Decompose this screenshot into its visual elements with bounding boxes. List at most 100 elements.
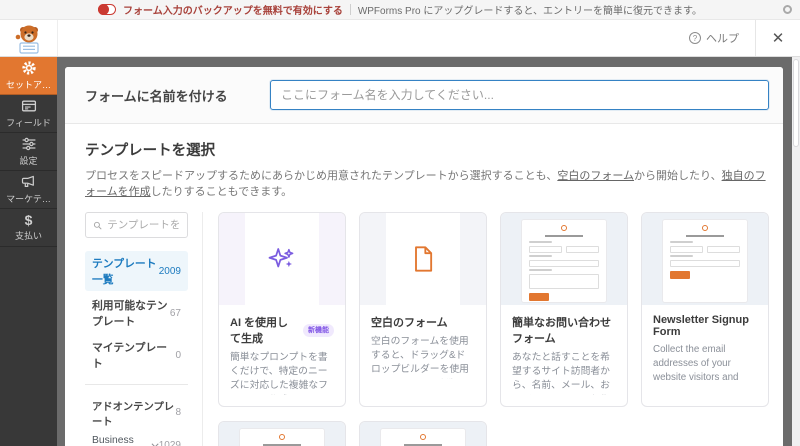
card-title: AI を使用して生成	[230, 317, 289, 345]
blank-document-icon	[415, 246, 433, 272]
card-description: Collect the email addresses of your webs…	[653, 344, 739, 387]
template-section: テンプレートを選択 プロセスをスピードアップするためにあらかじめ用意されたテンプ…	[65, 124, 783, 446]
desc-text: プロセスをスピードアップするためにあらかじめ用意されたテンプレートから選択するこ…	[85, 170, 558, 182]
template-search[interactable]	[85, 212, 188, 238]
template-card-simple-contact-form[interactable]: 簡単なお問い合わせフォーム あなたと話すことを希望するサイト訪問者から、名前、メ…	[500, 212, 628, 407]
setup-panel: フォームに名前を付ける テンプレートを選択 プロセスをスピードアップするためにあ…	[65, 67, 783, 446]
sidebar-item-label: フィールド	[6, 118, 51, 128]
form-name-label: フォームに名前を付ける	[85, 88, 228, 104]
card-preview	[501, 213, 627, 305]
sliders-icon	[22, 137, 35, 151]
list-item-label: 利用可能なテンプレート	[92, 300, 168, 328]
list-item-count: 0	[175, 349, 181, 361]
sidebar-item-marketing[interactable]: マーケテ…	[0, 171, 57, 209]
form-name-input[interactable]	[270, 80, 769, 110]
banner-message: WPForms Pro にアップグレードすると、エントリーを簡単に復元できます。	[357, 6, 702, 17]
blank-form-link[interactable]: 空白のフォーム	[557, 170, 634, 182]
card-body: 空白のフォーム 空白のフォームを使用すると、ドラッグ&ドロップビルダーを使用して…	[360, 305, 486, 390]
category-business-operations[interactable]: Business Operations 1029	[85, 431, 188, 446]
sidebar-item-payments[interactable]: $ 支払い	[0, 209, 57, 247]
sparkles-icon	[268, 248, 294, 268]
sidebar-item-label: 支払い	[14, 231, 42, 241]
form-preview-thumbnail	[240, 429, 324, 446]
template-card-grid: AI を使用して生成 新機能 簡単なプロンプトを書くだけで、特定のニーズに対応し…	[218, 212, 769, 446]
section-description: プロセスをスピードアップするためにあらかじめ用意されたテンプレートから選択するこ…	[85, 167, 769, 199]
help-label: ヘルプ	[706, 33, 739, 45]
card-description: 簡単なプロンプトを書くだけで、特定のニーズに対応した複雑なフォームを作成できます…	[230, 352, 328, 395]
new-badge: 新機能	[303, 323, 334, 337]
preview-sheet	[245, 213, 319, 305]
card-description: あなたと話すことを希望するサイト訪問者から、名前、メール、およびメッセージを収集…	[512, 352, 610, 395]
category-count: 8	[175, 407, 181, 418]
form-preview-thumbnail	[381, 429, 465, 446]
list-item-count: 2009	[158, 265, 181, 277]
upgrade-banner: フォーム入力のバックアップを無料で有効にする WPForms Pro にアップグ…	[0, 0, 800, 20]
template-filter-column: テンプレート一覧 2009 利用可能なテンプレート 67 マイテンプレート 0	[85, 212, 203, 446]
close-builder-button[interactable]: ✕	[756, 20, 800, 56]
search-icon	[93, 221, 102, 230]
banner-enable-link[interactable]: フォーム入力のバックアップを無料で有効にする	[123, 2, 343, 17]
gear-icon	[21, 61, 36, 75]
sidebar-item-label: 設定	[19, 156, 38, 166]
card-title: 簡単なお問い合わせフォーム	[512, 317, 611, 345]
sidebar-item-settings[interactable]: 設定	[0, 133, 57, 171]
list-item-all-templates[interactable]: テンプレート一覧 2009	[85, 251, 188, 291]
card-title: 空白のフォーム	[371, 317, 448, 329]
form-name-row: フォームに名前を付ける	[65, 67, 783, 124]
list-item-my-templates[interactable]: マイテンプレート 0	[85, 335, 188, 375]
card-body: AI を使用して生成 新機能 簡単なプロンプトを書くだけで、特定のニーズに対応し…	[219, 305, 345, 406]
card-title: Newsletter Signup Form	[653, 314, 749, 338]
form-preview-thumbnail	[663, 220, 747, 302]
list-item-label: マイテンプレート	[92, 342, 168, 370]
header-spacer	[58, 20, 673, 56]
category-label: Business Operations	[92, 434, 142, 446]
template-primary-list: テンプレート一覧 2009 利用可能なテンプレート 67 マイテンプレート 0	[85, 251, 188, 375]
category-addon-templates[interactable]: アドオンテンプレート 8	[85, 394, 188, 431]
template-card-row2-2[interactable]	[359, 421, 487, 446]
sidebar-item-fields[interactable]: フィールド	[0, 95, 57, 133]
banner-divider	[349, 4, 351, 15]
help-icon: ?	[689, 32, 701, 44]
chevron-down-icon	[151, 440, 159, 446]
list-item-count: 67	[169, 307, 181, 319]
card-body: Newsletter Signup Form Collect the email…	[642, 305, 768, 398]
help-button[interactable]: ? ヘルプ	[673, 20, 755, 56]
fields-icon	[21, 100, 36, 112]
sidebar-item-setup[interactable]: セットア…	[0, 57, 57, 95]
builder-sidebar: セットア… フィールド 設定 マーケテ… $ 支払い	[0, 57, 57, 446]
card-preview	[219, 422, 345, 446]
sidebar-item-label: マーケテ…	[6, 194, 51, 204]
desc-text: したりすることもできます。	[150, 186, 293, 198]
desc-text: から開始したり、	[634, 170, 722, 182]
builder-header: ? ヘルプ ✕	[0, 20, 800, 57]
form-preview-thumbnail	[522, 220, 606, 302]
card-preview	[360, 422, 486, 446]
template-card-row2-1[interactable]	[218, 421, 346, 446]
builder-body: セットア… フィールド 設定 マーケテ… $ 支払い フォームに名前を付ける こ…	[0, 57, 800, 446]
category-count: 1029	[158, 440, 181, 446]
template-card-generate-with-ai[interactable]: AI を使用して生成 新機能 簡単なプロンプトを書くだけで、特定のニーズに対応し…	[218, 212, 346, 407]
list-item-available-templates[interactable]: 利用可能なテンプレート 67	[85, 293, 188, 333]
backup-toggle-icon[interactable]	[97, 3, 117, 15]
section-title: テンプレートを選択	[85, 143, 216, 159]
template-card-blank-form[interactable]: 空白のフォーム 空白のフォームを使用すると、ドラッグ&ドロップビルダーを使用して…	[359, 212, 487, 407]
scrollbar-track[interactable]	[792, 57, 800, 446]
list-item-label: テンプレート一覧	[92, 258, 157, 286]
template-search-input[interactable]	[107, 219, 180, 231]
close-icon: ✕	[771, 30, 785, 47]
template-category-list: アドオンテンプレート 8 Business Operations 1029 Ca…	[85, 394, 188, 446]
sidebar-item-label: セットア…	[5, 80, 51, 90]
dollar-icon: $	[24, 212, 33, 228]
banner-dismiss-icon[interactable]	[783, 5, 792, 14]
card-body: 簡単なお問い合わせフォーム あなたと話すことを希望するサイト訪問者から、名前、メ…	[501, 305, 627, 406]
list-divider	[85, 384, 188, 385]
megaphone-icon	[21, 175, 34, 187]
preview-sheet	[386, 213, 460, 305]
card-preview	[642, 213, 768, 305]
builder-content-frame: フォームに名前を付ける テンプレートを選択 プロセスをスピードアップするためにあ…	[57, 57, 800, 446]
card-preview	[219, 213, 345, 305]
wpforms-logo	[0, 20, 58, 56]
template-card-newsletter-signup[interactable]: Newsletter Signup Form Collect the email…	[641, 212, 769, 407]
scrollbar-thumb[interactable]	[793, 59, 799, 147]
category-label: アドオンテンプレート	[92, 401, 175, 428]
